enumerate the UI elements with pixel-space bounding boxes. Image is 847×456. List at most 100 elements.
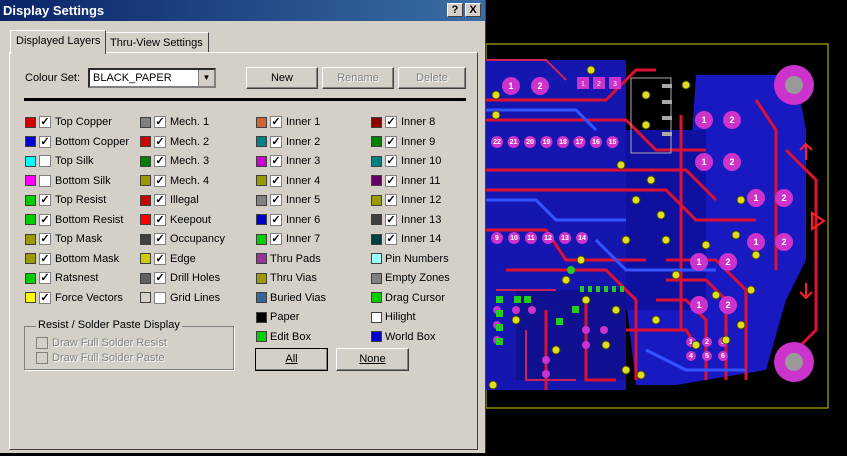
layer-visible-checkbox[interactable]: ✓ [385, 233, 397, 245]
layer-color-swatch[interactable] [256, 331, 267, 342]
layer-visible-checkbox[interactable]: ✓ [385, 213, 397, 226]
layer-visible-checkbox[interactable]: ✓ [385, 155, 397, 167]
layer-item-bottom-silk[interactable]: Bottom Silk [25, 173, 111, 189]
layer-color-swatch[interactable] [256, 175, 267, 186]
layer-item-inner-12[interactable]: ✓ Inner 12 [371, 192, 441, 208]
layer-color-swatch[interactable] [371, 175, 382, 186]
layer-item-bottom-copper[interactable]: ✓ Bottom Copper [25, 134, 129, 150]
tab-displayed-layers[interactable]: Displayed Layers [10, 30, 107, 54]
layer-color-swatch[interactable] [371, 155, 382, 167]
new-button[interactable]: New [246, 67, 318, 89]
layer-item-top-mask[interactable]: ✓ Top Mask [25, 231, 102, 247]
draw-full-solder-resist-option[interactable]: Draw Full Solder Resist [36, 335, 167, 351]
layer-item-inner-14[interactable]: ✓ Inner 14 [371, 231, 441, 247]
layer-item-top-copper[interactable]: ✓ Top Copper [25, 114, 112, 130]
layer-color-swatch[interactable] [25, 233, 36, 245]
layer-color-swatch[interactable] [140, 292, 151, 303]
pcb-view[interactable]: 1 2 1 2 3 22 21 20 19 18 17 16 15 9 10 11 12 13 14 1 2 1 2 1 2 1 2… [485, 0, 847, 453]
layer-item-inner-3[interactable]: ✓ Inner 3 [256, 153, 320, 169]
layer-color-swatch[interactable] [25, 155, 36, 167]
layer-color-swatch[interactable] [256, 214, 267, 225]
layer-visible-checkbox[interactable]: ✓ [270, 155, 282, 167]
layer-color-swatch[interactable] [140, 175, 151, 186]
layer-item-edge[interactable]: ✓ Edge [140, 251, 196, 267]
layer-item-grid-lines[interactable]: Grid Lines [140, 290, 220, 306]
pcb-pad[interactable] [542, 370, 550, 378]
layer-color-swatch[interactable] [25, 253, 36, 264]
layer-color-swatch[interactable] [256, 116, 267, 128]
layer-color-swatch[interactable] [25, 214, 36, 225]
layer-item-inner-4[interactable]: ✓ Inner 4 [256, 173, 320, 189]
chevron-down-icon[interactable]: ▼ [198, 70, 214, 86]
layer-visible-checkbox[interactable] [39, 155, 51, 167]
layer-item-inner-10[interactable]: ✓ Inner 10 [371, 153, 441, 169]
layer-color-swatch[interactable] [371, 311, 382, 323]
layer-item-top-resist[interactable]: ✓ Top Resist [25, 192, 106, 208]
layer-color-swatch[interactable] [371, 136, 382, 147]
layer-color-swatch[interactable] [140, 136, 151, 147]
layer-item-mech-3[interactable]: ✓ Mech. 3 [140, 153, 209, 169]
all-button[interactable]: All [255, 348, 328, 371]
layer-visible-checkbox[interactable]: ✓ [154, 233, 166, 245]
tab-thru-view-settings[interactable]: Thru-View Settings [104, 32, 209, 53]
layer-visible-checkbox[interactable]: ✓ [270, 213, 282, 226]
layer-color-swatch[interactable] [371, 253, 382, 264]
layer-color-swatch[interactable] [371, 214, 382, 225]
close-button[interactable]: X [465, 3, 481, 17]
layer-visible-checkbox[interactable] [39, 174, 51, 187]
rename-button[interactable]: Rename [322, 67, 394, 89]
colour-set-dropdown[interactable]: BLACK_PAPER ▼ [88, 68, 216, 88]
layer-color-swatch[interactable] [371, 194, 382, 206]
layer-visible-checkbox[interactable]: ✓ [270, 233, 282, 245]
layer-item-ratsnest[interactable]: ✓ Ratsnest [25, 270, 98, 286]
layer-color-swatch[interactable] [25, 136, 36, 147]
layer-visible-checkbox[interactable]: ✓ [154, 174, 166, 187]
layer-item-inner-7[interactable]: ✓ Inner 7 [256, 231, 320, 247]
layer-color-swatch[interactable] [140, 272, 151, 284]
layer-color-swatch[interactable] [140, 233, 151, 245]
layer-visible-checkbox[interactable]: ✓ [39, 213, 51, 226]
layer-item-drill-holes[interactable]: ✓ Drill Holes [140, 270, 220, 286]
layer-color-swatch[interactable] [371, 331, 382, 342]
layer-color-swatch[interactable] [140, 194, 151, 206]
layer-item-inner-1[interactable]: ✓ Inner 1 [256, 114, 320, 130]
layer-item-hilight[interactable]: Hilight [371, 309, 416, 325]
layer-item-keepout[interactable]: ✓ Keepout [140, 212, 211, 228]
pcb-pad[interactable] [582, 341, 590, 349]
help-button[interactable]: ? [447, 3, 463, 17]
layer-visible-checkbox[interactable]: ✓ [39, 233, 51, 245]
layer-item-inner-2[interactable]: ✓ Inner 2 [256, 134, 320, 150]
title-bar[interactable]: Display Settings ? X [0, 0, 485, 21]
layer-item-mech-1[interactable]: ✓ Mech. 1 [140, 114, 209, 130]
layer-item-drag-cursor[interactable]: Drag Cursor [371, 290, 445, 306]
layer-item-mech-4[interactable]: ✓ Mech. 4 [140, 173, 209, 189]
layer-item-inner-11[interactable]: ✓ Inner 11 [371, 173, 441, 189]
layer-item-thru-pads[interactable]: Thru Pads [256, 251, 321, 267]
layer-item-world-box[interactable]: World Box [371, 329, 436, 345]
layer-item-top-silk[interactable]: Top Silk [25, 153, 94, 169]
layer-visible-checkbox[interactable]: ✓ [385, 174, 397, 187]
layer-color-swatch[interactable] [25, 272, 36, 284]
layer-color-swatch[interactable] [256, 311, 267, 323]
layer-item-inner-13[interactable]: ✓ Inner 13 [371, 212, 441, 228]
layer-visible-checkbox[interactable]: ✓ [39, 135, 51, 148]
layer-item-pin-numbers[interactable]: Pin Numbers [371, 251, 449, 267]
pcb-pad[interactable] [582, 326, 590, 334]
layer-item-inner-8[interactable]: ✓ Inner 8 [371, 114, 435, 130]
layer-visible-checkbox[interactable] [154, 291, 166, 304]
layer-visible-checkbox[interactable]: ✓ [270, 116, 282, 128]
draw-full-solder-paste-option[interactable]: Draw Full Solder Paste [36, 350, 165, 366]
layer-color-swatch[interactable] [256, 272, 267, 284]
layer-item-paper[interactable]: Paper [256, 309, 299, 325]
none-button[interactable]: None [336, 348, 409, 371]
layer-color-swatch[interactable] [140, 116, 151, 128]
delete-button[interactable]: Delete [398, 67, 466, 89]
layer-visible-checkbox[interactable]: ✓ [39, 291, 51, 304]
layer-visible-checkbox[interactable]: ✓ [385, 194, 397, 206]
draw-full-solder-resist-checkbox[interactable] [36, 337, 48, 349]
layer-item-inner-9[interactable]: ✓ Inner 9 [371, 134, 435, 150]
layer-color-swatch[interactable] [371, 233, 382, 245]
pcb-canvas[interactable]: 1 2 1 2 322 21 20 19 18 17 16 159 10 11 12 13 141 21 21 21 2… [485, 0, 847, 453]
pcb-pad[interactable] [528, 306, 536, 314]
layer-item-mech-2[interactable]: ✓ Mech. 2 [140, 134, 209, 150]
